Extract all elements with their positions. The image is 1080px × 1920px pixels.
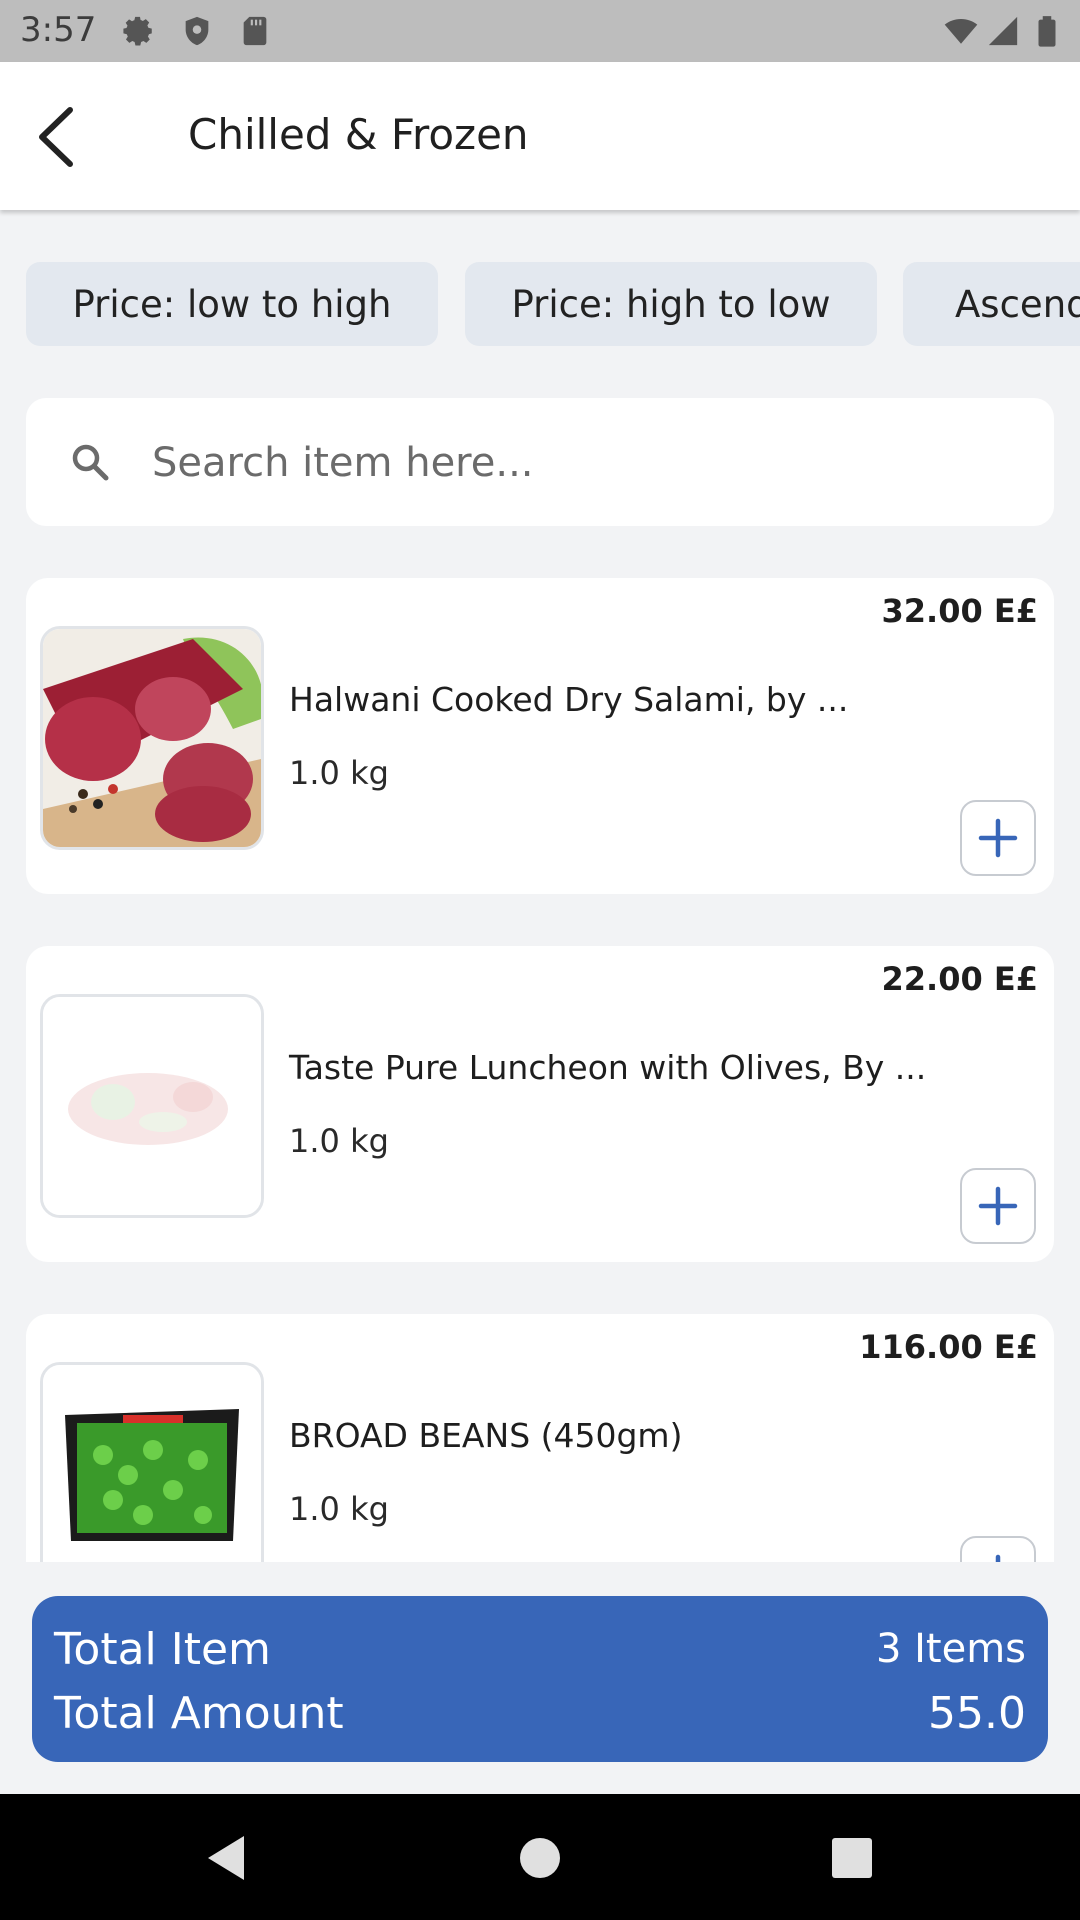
app-bar: Chilled & Frozen	[0, 62, 1080, 210]
total-item-label: Total Item	[54, 1624, 271, 1675]
settings-icon	[123, 16, 152, 46]
nav-recents-icon[interactable]	[824, 1830, 880, 1886]
product-image-broad-beans	[40, 1362, 264, 1562]
product-price: 116.00 E£	[859, 1328, 1038, 1366]
nav-back-icon[interactable]	[200, 1830, 256, 1886]
status-time: 3:57	[20, 10, 97, 50]
search-icon	[72, 444, 109, 481]
add-to-cart-button[interactable]	[960, 800, 1036, 876]
product-image-luncheon	[40, 994, 264, 1218]
product-card[interactable]: 116.00 E£ BROAD BEANS (450gm) 1.0 kg	[26, 1314, 1054, 1562]
total-item-value: 3 Items	[875, 1626, 1026, 1672]
chip-price-high-to-low[interactable]: Price: high to low	[465, 262, 877, 346]
shield-icon	[185, 16, 209, 46]
product-quantity: 1.0 kg	[289, 1490, 389, 1528]
product-image-salami	[40, 626, 264, 850]
chip-price-low-to-high[interactable]: Price: low to high	[26, 262, 438, 346]
product-list: 32.00 E£ Halwani Cooked Dry Salami, by .…	[0, 578, 1080, 1562]
plus-icon	[995, 1554, 1001, 1562]
total-amount-value: 55.0	[928, 1688, 1026, 1739]
product-name: Taste Pure Luncheon with Olives, By ...	[289, 1048, 927, 1087]
plus-icon	[978, 818, 1018, 858]
product-card[interactable]: 22.00 E£ Taste Pure Luncheon with Olives…	[26, 946, 1054, 1262]
search-input[interactable]	[150, 426, 1014, 500]
sd-card-icon	[243, 16, 267, 46]
plus-icon	[978, 1186, 1018, 1226]
signal-icon	[988, 16, 1018, 46]
nav-home-icon[interactable]	[512, 1830, 568, 1886]
status-bar: 3:57	[0, 0, 1080, 62]
product-price: 32.00 E£	[881, 592, 1038, 630]
product-price: 22.00 E£	[881, 960, 1038, 998]
total-amount-label: Total Amount	[54, 1688, 344, 1739]
product-card[interactable]: 32.00 E£ Halwani Cooked Dry Salami, by .…	[26, 578, 1054, 894]
page-title: Chilled & Frozen	[188, 110, 529, 159]
add-to-cart-button[interactable]	[960, 1168, 1036, 1244]
cart-summary[interactable]: Total Item 3 Items Total Amount 55.0	[32, 1596, 1048, 1762]
battery-icon	[1038, 16, 1056, 47]
product-name: BROAD BEANS (450gm)	[289, 1416, 683, 1455]
wifi-icon	[944, 18, 978, 44]
chip-ascending[interactable]: Ascending	[903, 262, 1080, 346]
search-bar	[26, 398, 1054, 526]
add-to-cart-button[interactable]	[960, 1536, 1036, 1562]
product-quantity: 1.0 kg	[289, 754, 389, 792]
product-name: Halwani Cooked Dry Salami, by ...	[289, 680, 849, 719]
sort-chip-row: Price: low to high Price: high to low As…	[0, 262, 1080, 348]
system-nav-bar	[0, 1794, 1080, 1920]
back-button[interactable]	[28, 102, 88, 172]
product-quantity: 1.0 kg	[289, 1122, 389, 1160]
